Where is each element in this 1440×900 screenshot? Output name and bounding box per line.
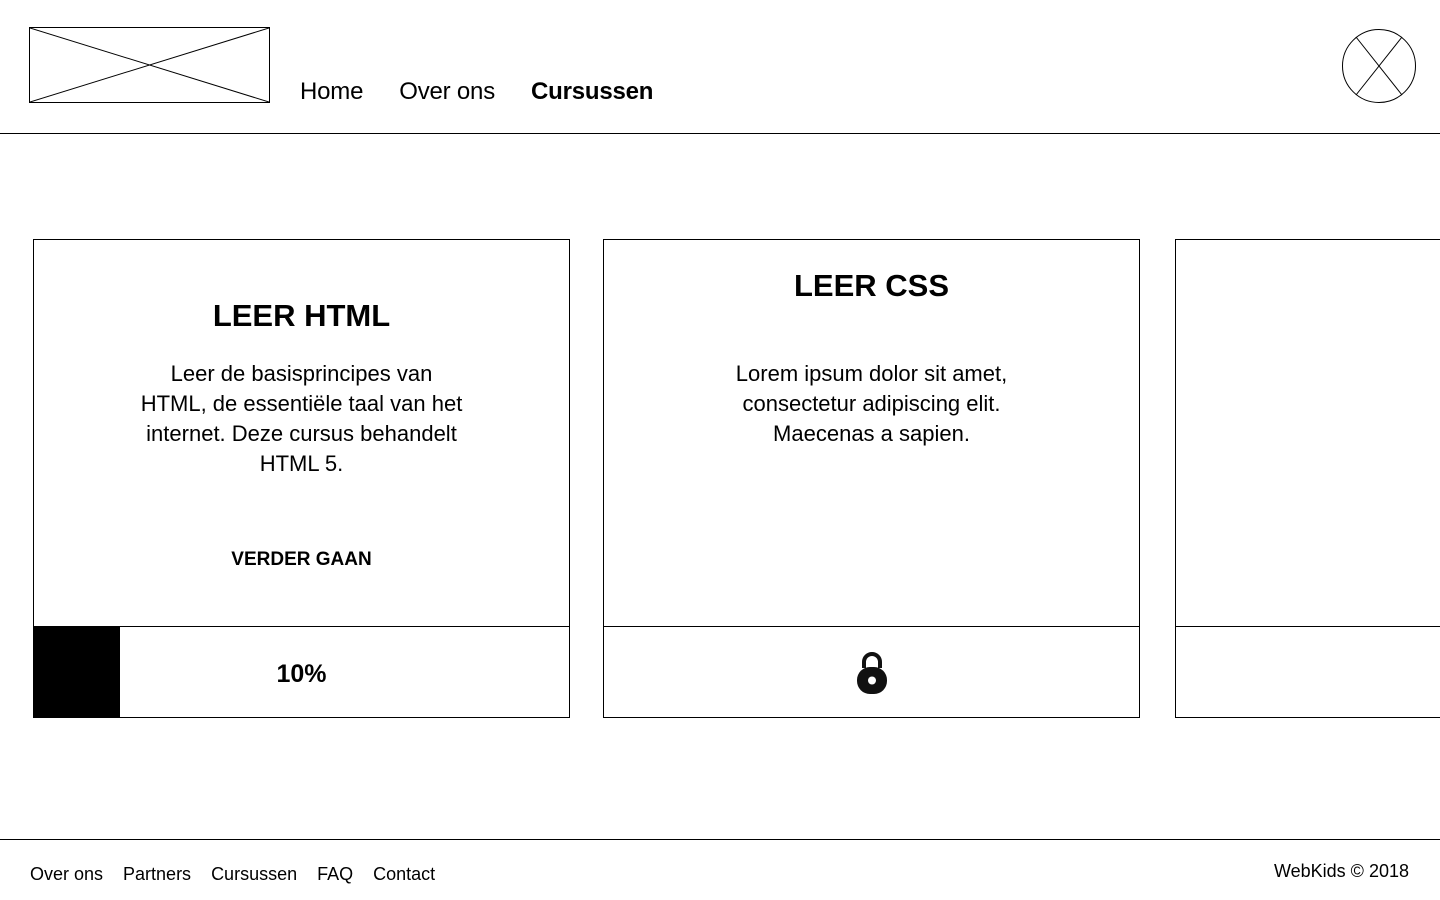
course-title: LEER CSS <box>793 268 950 303</box>
site-header: Home Over ons Cursussen <box>0 0 1440 134</box>
course-card-partial[interactable] <box>1175 239 1440 718</box>
nav-cursussen[interactable]: Cursussen <box>531 77 653 107</box>
logo-placeholder-image[interactable] <box>29 27 270 103</box>
footer-link-over-ons[interactable]: Over ons <box>30 863 103 885</box>
main-nav: Home Over ons Cursussen <box>300 77 689 107</box>
course-description: Lorem ipsum dolor sit amet, consectetur … <box>735 361 1008 446</box>
continue-button[interactable]: VERDER GAAN <box>34 549 569 571</box>
course-title: LEER HTML <box>212 298 391 333</box>
footer-link-faq[interactable]: FAQ <box>317 863 353 885</box>
course-card-html[interactable]: LEER HTML Leer de basisprincipes van HTM… <box>33 239 570 718</box>
copyright-text: WebKids © 2018 <box>1273 861 1409 881</box>
course-status-bar <box>1176 626 1440 717</box>
lock-icon <box>857 652 887 694</box>
image-placeholder-icon <box>30 28 269 102</box>
site-footer: Over ons Partners Cursussen FAQ Contact … <box>0 839 1440 900</box>
footer-nav: Over ons Partners Cursussen FAQ Contact <box>30 863 455 885</box>
footer-link-partners[interactable]: Partners <box>123 863 191 885</box>
progress-label: 10% <box>276 660 327 688</box>
course-status-bar <box>604 626 1139 717</box>
nav-over-ons[interactable]: Over ons <box>399 77 495 107</box>
avatar-placeholder-icon <box>1342 29 1416 103</box>
avatar[interactable] <box>1342 29 1416 103</box>
footer-link-contact[interactable]: Contact <box>373 863 435 885</box>
course-card-css[interactable]: LEER CSS Lorem ipsum dolor sit amet, con… <box>603 239 1140 718</box>
course-progress-bar: 10% <box>34 626 569 717</box>
course-description: Leer de basisprincipes van HTML, de esse… <box>140 361 463 476</box>
nav-home[interactable]: Home <box>300 77 363 107</box>
footer-link-cursussen[interactable]: Cursussen <box>211 863 297 885</box>
